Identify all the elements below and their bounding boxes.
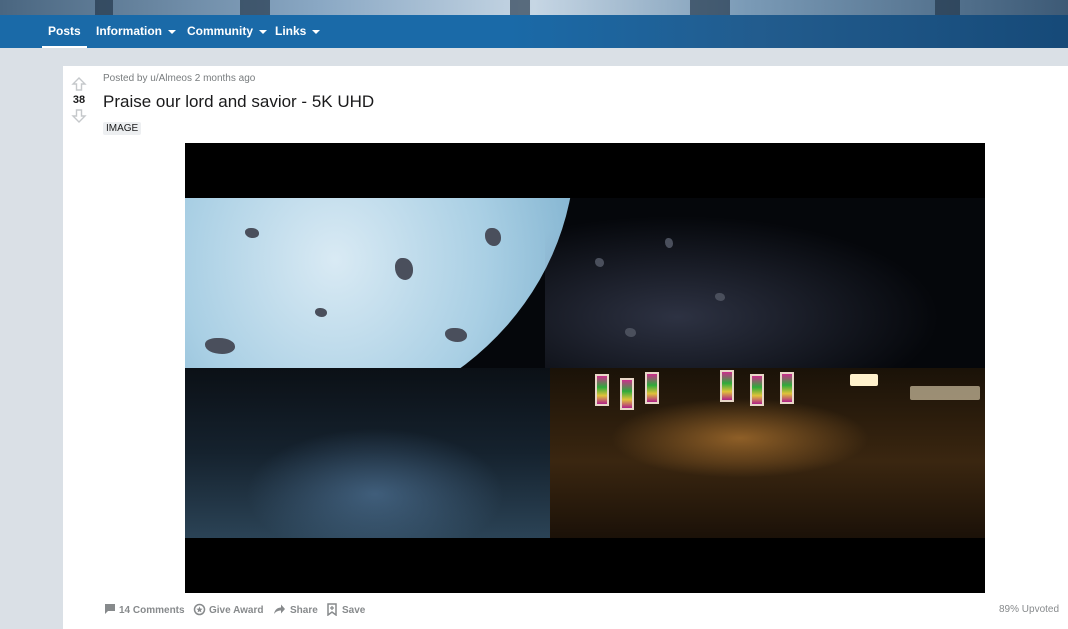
award-icon: [193, 603, 206, 616]
light-fixture: [910, 386, 980, 400]
nav-menu-label: Community: [187, 24, 253, 38]
light-fixture: [850, 374, 878, 386]
poster-panel: [720, 370, 734, 402]
chevron-down-icon: [259, 29, 267, 34]
give-award-label: Give Award: [209, 605, 264, 616]
nav-backdrop: [508, 15, 1068, 48]
asteroid: [625, 328, 636, 337]
asteroid: [595, 258, 604, 267]
asteroid: [315, 308, 327, 317]
save-label: Save: [342, 605, 366, 616]
nav-menu-links[interactable]: Links: [275, 15, 321, 48]
arena-room: [550, 368, 985, 538]
subreddit-nav-bar: Posts Information Community Links: [0, 15, 1068, 48]
post-timestamp[interactable]: 2 months ago: [195, 73, 256, 84]
post-flair[interactable]: IMAGE: [103, 122, 142, 135]
asteroid-field: [545, 198, 985, 368]
author-link[interactable]: u/Almeos: [150, 73, 192, 84]
poster-panel: [595, 374, 609, 406]
image-scene: [185, 198, 985, 538]
comment-bubble-icon: [105, 604, 115, 614]
subreddit-banner: [0, 0, 1068, 15]
asteroid: [485, 228, 501, 246]
poster-panel: [620, 378, 634, 410]
nav-tab-posts[interactable]: Posts: [42, 15, 87, 48]
poster-panel: [750, 374, 764, 406]
floor-light: [245, 428, 505, 538]
nav-menu-community[interactable]: Community: [187, 15, 267, 48]
poster-panel: [780, 372, 794, 404]
nav-tab-label: Posts: [48, 24, 81, 38]
asteroid: [445, 328, 467, 342]
meta-prefix: Posted by: [103, 73, 148, 84]
post-meta: Posted by u/Almeos 2 months ago: [103, 73, 255, 84]
post-title[interactable]: Praise our lord and savior - 5K UHD: [103, 92, 374, 112]
upvote-arrow-icon[interactable]: [71, 76, 87, 92]
asteroid: [245, 228, 259, 238]
upvote-ratio: 89% Upvoted: [999, 604, 1060, 615]
nav-menu-label: Links: [275, 24, 307, 38]
room-light: [610, 398, 870, 478]
chevron-down-icon: [312, 29, 321, 34]
asteroid: [395, 258, 413, 280]
share-arrow-icon: [274, 604, 285, 614]
post-image[interactable]: [185, 143, 985, 593]
asteroid: [715, 293, 725, 301]
asteroid: [665, 238, 673, 248]
vote-score: 38: [72, 94, 86, 106]
nav-menu-label: Information: [96, 24, 162, 38]
comments-label: 14 Comments: [119, 605, 185, 616]
nav-menu-information[interactable]: Information: [96, 15, 176, 48]
poster-panel: [645, 372, 659, 404]
bookmark-icon: [327, 603, 337, 616]
chevron-down-icon: [168, 29, 176, 34]
vote-column: 38: [68, 76, 90, 124]
share-label: Share: [290, 605, 318, 616]
downvote-arrow-icon[interactable]: [71, 108, 87, 124]
